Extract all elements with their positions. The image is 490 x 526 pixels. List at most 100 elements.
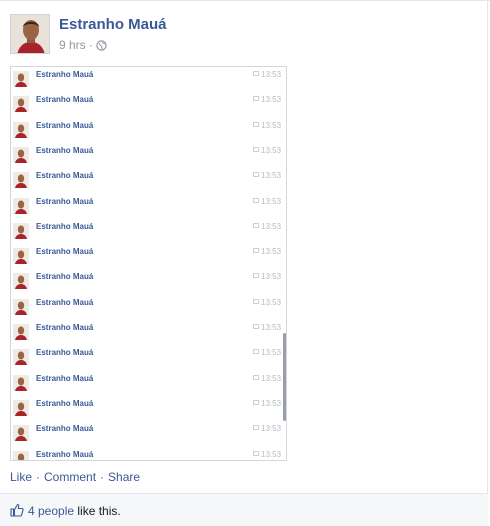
row-avatar-icon (13, 273, 29, 290)
message-row[interactable]: Estranho Mauá 13:53 (11, 244, 281, 269)
row-avatar-icon (13, 222, 29, 239)
row-sender-name[interactable]: Estranho Mauá (36, 374, 93, 383)
author-avatar[interactable] (10, 14, 50, 54)
message-row[interactable]: Estranho Mauá 13:53 (11, 118, 281, 143)
row-sender-name[interactable]: Estranho Mauá (36, 323, 93, 332)
message-row[interactable]: Estranho Mauá 13:53 (11, 269, 281, 294)
message-row[interactable]: Estranho Mauá 13:53 (11, 345, 281, 370)
row-sender-name[interactable]: Estranho Mauá (36, 450, 93, 459)
chat-bubble-icon (253, 171, 259, 180)
action-separator: · (100, 470, 105, 484)
row-sender-name[interactable]: Estranho Mauá (36, 348, 93, 357)
message-row[interactable]: Estranho Mauá 13:53 (11, 447, 281, 460)
row-timestamp: 13:53 (253, 145, 282, 155)
row-time-text: 13:53 (261, 120, 282, 130)
share-link[interactable]: Share (108, 470, 140, 484)
row-sender-name[interactable]: Estranho Mauá (36, 247, 93, 256)
row-sender-name[interactable]: Estranho Mauá (36, 272, 93, 281)
row-sender-name[interactable]: Estranho Mauá (36, 95, 93, 104)
row-time-text: 13:53 (261, 272, 282, 282)
action-separator: · (36, 470, 41, 484)
author-name-link[interactable]: Estranho Mauá (59, 16, 167, 33)
likes-text: 4 people like this. (28, 504, 121, 518)
row-timestamp: 13:53 (253, 323, 281, 332)
row-avatar-icon (13, 248, 29, 265)
right-border (487, 0, 488, 526)
row-timestamp: 13:53 (253, 424, 281, 433)
message-row[interactable]: Estranho Mauá 13:53 (11, 143, 281, 168)
row-sender-name[interactable]: Estranho Mauá (36, 399, 93, 408)
post-timestamp[interactable]: 9 hrs (59, 38, 86, 52)
row-avatar-icon (13, 71, 29, 87)
message-row[interactable]: Estranho Mauá 13:53 (11, 320, 281, 345)
chat-bubble-icon (253, 121, 259, 130)
row-time-text: 13:53 (261, 196, 282, 206)
chat-bubble-icon (253, 197, 259, 206)
row-timestamp: 13:53 (253, 70, 281, 79)
row-timestamp: 13:53 (253, 221, 282, 231)
row-avatar-icon (13, 349, 29, 366)
row-timestamp: 13:53 (253, 297, 282, 307)
row-sender-name[interactable]: Estranho Mauá (36, 70, 93, 79)
message-row[interactable]: Estranho Mauá 13:53 (11, 371, 281, 396)
thumbs-up-icon (10, 503, 24, 522)
row-time-text: 13:53 (261, 348, 282, 358)
chat-bubble-icon (253, 222, 259, 231)
chat-bubble-icon (253, 424, 259, 433)
row-timestamp: 13:53 (253, 348, 282, 358)
row-avatar-icon (13, 298, 29, 315)
row-avatar-icon (13, 324, 29, 340)
message-row[interactable]: Estranho Mauá 13:53 (11, 421, 281, 446)
row-sender-name[interactable]: Estranho Mauá (36, 121, 93, 130)
row-avatar-icon (13, 197, 29, 214)
row-avatar-icon (13, 425, 29, 442)
row-time-text: 13:53 (261, 297, 282, 307)
scrollbar-track[interactable] (282, 67, 286, 460)
row-timestamp: 13:53 (253, 171, 281, 180)
chat-bubble-icon (253, 399, 259, 408)
row-avatar-icon (13, 96, 29, 113)
likers-link[interactable]: 4 people (28, 504, 74, 518)
row-sender-name[interactable]: Estranho Mauá (36, 222, 93, 231)
row-time-text: 13:53 (261, 398, 282, 408)
message-row[interactable]: Estranho Mauá 13:53 (11, 67, 281, 92)
chat-bubble-icon (253, 70, 259, 79)
chat-bubble-icon (253, 146, 259, 155)
message-row[interactable]: Estranho Mauá 13:53 (11, 194, 281, 219)
like-link[interactable]: Like (10, 470, 32, 484)
row-sender-name[interactable]: Estranho Mauá (36, 298, 93, 307)
chat-bubble-icon (253, 323, 259, 332)
scrollbar-thumb[interactable] (283, 333, 286, 421)
row-time-text: 13:53 (261, 95, 282, 105)
chat-bubble-icon (253, 450, 259, 459)
row-avatar-icon (13, 172, 29, 189)
message-row[interactable]: Estranho Mauá 13:53 (11, 295, 281, 320)
message-row[interactable]: Estranho Mauá 13:53 (11, 396, 281, 421)
message-row[interactable]: Estranho Mauá 13:53 (11, 219, 281, 244)
row-sender-name[interactable]: Estranho Mauá (36, 197, 93, 206)
row-timestamp: 13:53 (253, 374, 281, 383)
row-timestamp: 13:53 (253, 196, 282, 206)
row-sender-name[interactable]: Estranho Mauá (36, 146, 93, 155)
message-row[interactable]: Estranho Mauá 13:53 (11, 92, 281, 117)
row-sender-name[interactable]: Estranho Mauá (36, 171, 93, 180)
top-divider (0, 0, 490, 1)
meta-separator: · (88, 38, 93, 52)
row-time-text: 13:53 (261, 221, 282, 231)
row-timestamp: 13:53 (253, 272, 282, 282)
post-actions: Like · Comment · Share (10, 470, 140, 484)
chat-bubble-icon (253, 298, 259, 307)
message-row[interactable]: Estranho Mauá 13:53 (11, 168, 281, 193)
row-avatar-icon (13, 374, 29, 391)
row-avatar-icon (13, 121, 29, 138)
chat-bubble-icon (253, 247, 259, 256)
row-time-text: 13:53 (261, 145, 282, 155)
comment-link[interactable]: Comment (44, 470, 96, 484)
globe-icon[interactable] (95, 40, 107, 54)
row-avatar-icon (13, 399, 29, 416)
row-avatar-icon (13, 146, 29, 163)
row-sender-name[interactable]: Estranho Mauá (36, 424, 93, 433)
attached-screenshot[interactable]: Estranho Mauá 13:53 Estranho Mauá 13:53 Estr… (10, 66, 287, 461)
likes-summary-bar: 4 people like this. (0, 493, 488, 526)
row-timestamp: 13:53 (253, 247, 281, 256)
